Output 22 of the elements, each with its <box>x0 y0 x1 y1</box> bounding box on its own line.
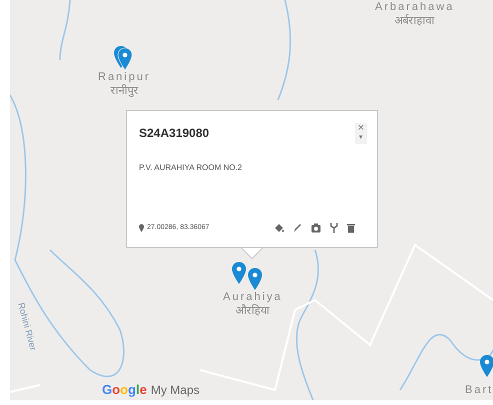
place-label: Bart <box>465 385 493 396</box>
map-pin-icon[interactable] <box>480 355 493 377</box>
place-label: Aurahiya <box>223 292 282 303</box>
fork-icon[interactable] <box>330 222 338 233</box>
map-pin-icon[interactable] <box>114 46 132 70</box>
place-label: Arbarahawa <box>375 2 454 13</box>
close-button[interactable]: × <box>358 123 364 134</box>
location-pin-icon <box>139 224 144 232</box>
place-label: रानीपुर <box>110 85 138 96</box>
place-label: औरहिया <box>236 305 270 316</box>
google-logo: Google <box>102 382 147 398</box>
popup-title: S24A319080 <box>139 125 210 142</box>
edit-icon[interactable] <box>293 222 302 233</box>
popup-description: P.V. AURAHIYA ROOM NO.2 <box>139 162 243 174</box>
place-label: Ranipur <box>98 72 151 83</box>
product-name: My Maps <box>150 382 200 398</box>
river-label: Rohini River <box>15 301 40 352</box>
map-pin-icon[interactable] <box>248 268 262 290</box>
place-label: अर्बराहावा <box>394 15 435 26</box>
map-pin-icon[interactable] <box>232 262 246 284</box>
camera-icon[interactable] <box>311 222 321 233</box>
trash-icon[interactable] <box>347 222 355 233</box>
